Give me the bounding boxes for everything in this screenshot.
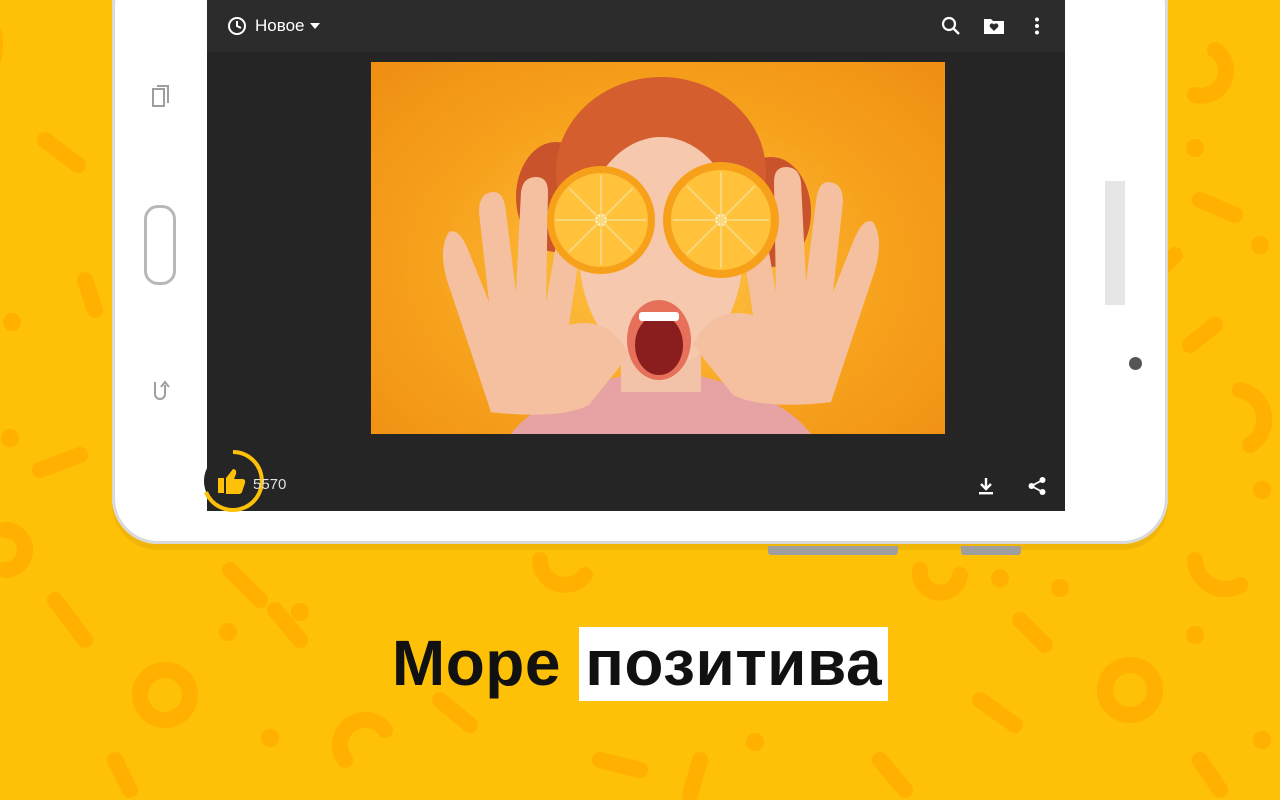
orange-slice-left bbox=[547, 166, 655, 274]
caret-down-icon bbox=[310, 23, 321, 29]
back-icon[interactable] bbox=[150, 378, 170, 407]
post-image[interactable] bbox=[371, 62, 945, 434]
app-screen: Новое 5570 bbox=[204, 0, 1065, 512]
sort-label: Новое bbox=[255, 16, 305, 35]
search-icon bbox=[941, 16, 960, 35]
search-button[interactable] bbox=[938, 13, 964, 39]
more-vert-icon bbox=[1035, 17, 1039, 35]
download-button[interactable] bbox=[974, 474, 998, 498]
favorites-button[interactable] bbox=[981, 13, 1007, 39]
post-actions-bar: 5570 bbox=[204, 450, 1065, 512]
power-button bbox=[961, 546, 1021, 555]
post-illustration bbox=[442, 77, 880, 434]
speaker-grille bbox=[1105, 181, 1125, 305]
caption-word-1: Море bbox=[391, 627, 561, 699]
share-button[interactable] bbox=[1025, 474, 1049, 498]
orange-slice-right bbox=[663, 162, 779, 278]
download-icon bbox=[979, 478, 993, 495]
front-camera bbox=[1129, 357, 1142, 370]
caption-highlight: позитива bbox=[579, 627, 889, 701]
app-toolbar: Новое bbox=[207, 0, 1065, 52]
folder-heart-icon bbox=[984, 19, 1004, 34]
sort-dropdown[interactable]: Новое bbox=[227, 12, 328, 40]
like-count: 5570 bbox=[253, 476, 287, 493]
promo-caption: Море позитива bbox=[0, 626, 1280, 701]
more-button[interactable] bbox=[1024, 13, 1050, 39]
volume-button bbox=[768, 546, 898, 555]
home-button[interactable] bbox=[144, 205, 176, 285]
clock-icon bbox=[228, 17, 246, 35]
recent-apps-icon[interactable] bbox=[151, 85, 171, 116]
share-icon bbox=[1028, 477, 1046, 495]
